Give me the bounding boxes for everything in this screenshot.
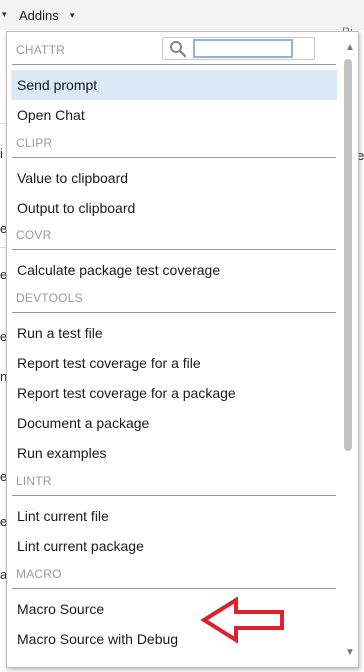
section-header-lintr: LINTR xyxy=(16,474,52,488)
section-header-chattr: CHATTR xyxy=(16,43,65,57)
toolbar: ▾ Addins ▾ Rı xyxy=(0,0,364,38)
scroll-up-icon[interactable]: ▲ xyxy=(345,42,355,53)
menu-item-document-a-package[interactable]: Document a package xyxy=(11,408,337,438)
menu-item-output-to-clipboard[interactable]: Output to clipboard xyxy=(11,193,337,223)
section-divider xyxy=(12,588,336,589)
search-input[interactable] xyxy=(193,39,293,58)
menu-item-lint-current-package[interactable]: Lint current package xyxy=(11,531,337,561)
section-divider xyxy=(12,495,336,496)
addins-menu-button[interactable]: Addins xyxy=(19,8,59,23)
menu-item-run-examples[interactable]: Run examples xyxy=(11,438,337,468)
menu-item-open-chat[interactable]: Open Chat xyxy=(11,100,337,130)
section-header-devtools: DEVTOOLS xyxy=(16,291,83,305)
menu-item-calculate-package-test-coverage[interactable]: Calculate package test coverage xyxy=(11,255,337,285)
section-divider xyxy=(12,64,336,65)
section-divider xyxy=(12,157,336,158)
section-header-clipr: CLIPR xyxy=(16,136,53,150)
menu-item-macro-source-debug[interactable]: Macro Source with Debug xyxy=(11,624,337,654)
scrollbar[interactable]: ▲ ▼ xyxy=(340,32,357,667)
section-header-covr: COVR xyxy=(16,228,52,242)
editor-text-fragment: i xyxy=(0,146,3,161)
menu-item-macro-source[interactable]: Macro Source xyxy=(11,594,337,624)
dropdown-caret-icon[interactable]: ▾ xyxy=(2,9,7,20)
menu-item-run-a-test-file[interactable]: Run a test file xyxy=(11,318,337,348)
scroll-down-icon[interactable]: ▼ xyxy=(345,647,355,658)
annotation-arrow-icon xyxy=(200,597,284,643)
addins-dropdown-menu: ▲ ▼ CHATTR Send prompt Open Chat CLIPR V… xyxy=(6,31,359,668)
section-divider xyxy=(12,249,336,250)
menu-item-report-test-coverage-file[interactable]: Report test coverage for a file xyxy=(11,348,337,378)
section-divider xyxy=(12,312,336,313)
menu-item-report-test-coverage-package[interactable]: Report test coverage for a package xyxy=(11,378,337,408)
section-header-macro: MACRO xyxy=(16,567,62,581)
menu-item-send-prompt[interactable]: Send prompt xyxy=(11,70,337,100)
chevron-down-icon[interactable]: ▾ xyxy=(70,10,75,21)
menu-item-value-to-clipboard[interactable]: Value to clipboard xyxy=(11,163,337,193)
scrollbar-thumb[interactable] xyxy=(344,59,352,451)
search-box xyxy=(162,37,315,60)
menu-item-lint-current-file[interactable]: Lint current file xyxy=(11,501,337,531)
search-icon xyxy=(170,41,187,58)
